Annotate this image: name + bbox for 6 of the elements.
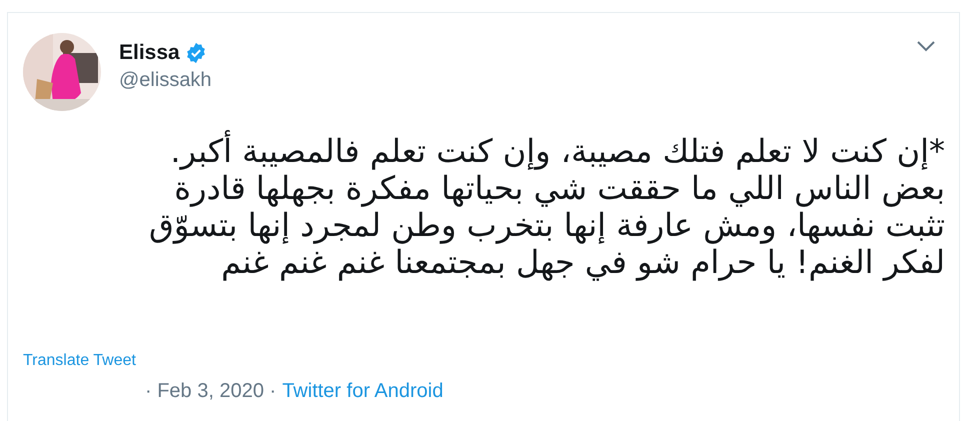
tweet-date: · Feb 3, 2020 · <box>145 380 276 403</box>
chevron-down-icon[interactable] <box>917 41 935 52</box>
author-name[interactable]: Elissa <box>119 41 180 65</box>
translate-link[interactable]: Translate Tweet <box>23 352 136 370</box>
source-link[interactable]: Twitter for Android <box>282 380 444 403</box>
author-handle[interactable]: @elissakh <box>119 69 899 92</box>
